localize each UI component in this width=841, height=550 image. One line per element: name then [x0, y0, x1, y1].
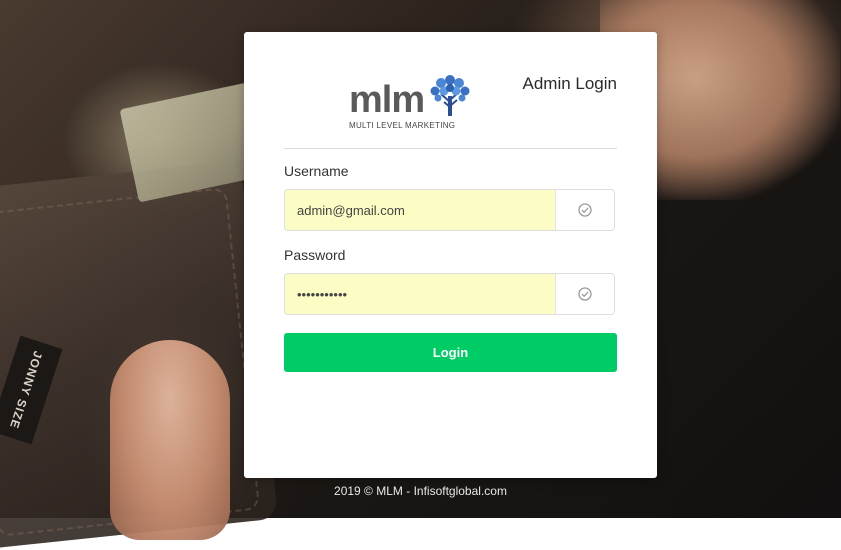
page-title: Admin Login [522, 74, 617, 93]
username-field-group [284, 189, 615, 231]
check-circle-icon [578, 287, 592, 301]
login-card: mlm MULTI LEVEL MARKETING Admin Login Us… [244, 32, 657, 478]
thumb-image [110, 340, 230, 540]
password-input[interactable] [285, 274, 557, 314]
logo-subtitle: MULTI LEVEL MARKETING [349, 121, 456, 130]
logo: mlm MULTI LEVEL MARKETING [349, 72, 470, 134]
username-input[interactable] [285, 190, 557, 230]
login-button[interactable]: Login [284, 333, 617, 372]
password-label: Password [284, 247, 346, 263]
password-field-group [284, 273, 615, 315]
check-circle-icon [578, 203, 592, 217]
footer-text: 2019 © MLM - Infisoftglobal.com [334, 484, 507, 498]
password-addon [555, 274, 614, 314]
tree-icon [430, 75, 470, 116]
username-addon [555, 190, 614, 230]
header-divider [284, 148, 617, 149]
username-label: Username [284, 163, 349, 179]
logo-wordmark: mlm [349, 79, 425, 121]
wallet-brand-text: JONNY SIZE [6, 349, 46, 431]
